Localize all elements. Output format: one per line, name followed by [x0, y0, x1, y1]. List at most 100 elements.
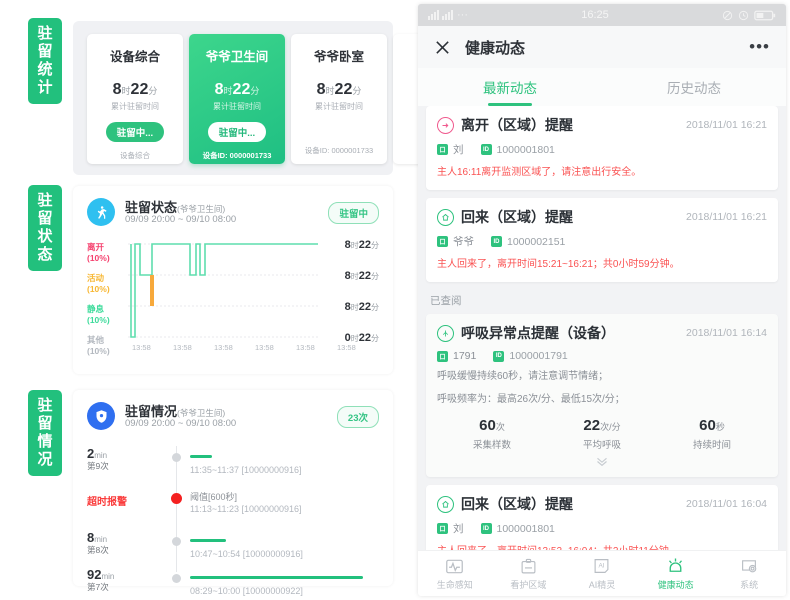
notification-card-breath[interactable]: 呼吸异常点提醒（设备） 2018/11/01 16:14 口 1791 ID 1…: [426, 314, 778, 477]
card-meta: 口 刘 ID 1000001801: [437, 142, 767, 157]
read-divider-label: 已查阅: [430, 295, 462, 307]
metric-number: 60: [699, 417, 716, 434]
timeline-count: 第7次: [87, 582, 109, 592]
vtag-stats: 驻 留 统 计: [28, 18, 62, 104]
chart-ylabel-pct: (10%): [87, 253, 110, 263]
card-id: 1000001791: [509, 350, 568, 362]
chart-xtick-1: 13:58: [173, 343, 192, 352]
notification-card-leave[interactable]: 离开（区域）提醒 2018/11/01 16:21 口 刘 ID 1000001…: [426, 106, 778, 190]
timeline-row-0[interactable]: 2min 第9次 11:35~11:37 [10000000916]: [73, 446, 393, 484]
stat-device-id: 设备综合: [120, 151, 150, 160]
tab-latest[interactable]: 最新动态: [418, 68, 602, 106]
stat-card-0[interactable]: 设备综合 8时22分 累计驻留时间 驻留中... 设备综合: [87, 34, 183, 164]
chart-ylabel-pct: (10%): [87, 346, 110, 356]
duration-unit: min: [101, 572, 115, 581]
vtag-char: 留: [37, 210, 53, 227]
vitals-icon: [418, 556, 492, 576]
status-badge[interactable]: 驻留中: [328, 202, 379, 224]
id-tag-icon: ID: [480, 523, 492, 534]
timeline-row-2[interactable]: 8min 第8次 10:47~10:54 [10000000916]: [73, 530, 393, 568]
situation-title-text: 驻留情况: [125, 404, 178, 419]
timeline-bar: [190, 576, 363, 579]
metric-label: 持续时间: [692, 440, 731, 451]
tabbar-item-health[interactable]: 健康动态: [639, 556, 713, 591]
card-id: 1000002151: [507, 235, 566, 248]
stat-card-2[interactable]: 爷爷卧室 8时22分 累计驻留时间 设备ID: 0000001733: [291, 34, 387, 164]
vtag-char: 驻: [37, 192, 53, 209]
stat-status-pill[interactable]: 驻留中...: [105, 122, 165, 142]
card-user: 刘: [453, 144, 464, 156]
status-bar: ··· 16:25: [418, 4, 786, 26]
card-metrics: 60次 采集样数 22次/分 平均呼吸 60秒 持续时间: [437, 417, 767, 451]
timeline-count: 第8次: [87, 545, 109, 555]
card-timestamp: 2018/11/01 16:21: [686, 119, 767, 131]
metric-value: 22次/分: [547, 417, 657, 434]
stat-card-1[interactable]: 爷爷卫生间 8时22分 累计驻留时间 驻留中... 设备ID: 00000017…: [189, 34, 285, 164]
card-header: 回来（区域）提醒 2018/11/01 16:04: [437, 494, 767, 514]
duration-unit: min: [94, 451, 108, 460]
vtag-char: 情: [37, 433, 53, 450]
card-id: 1000001801: [496, 522, 555, 535]
home-return-icon: [437, 208, 454, 226]
vtag-char: 状: [37, 228, 53, 245]
notification-card-return-1604[interactable]: 回来（区域）提醒 2018/11/01 16:04 口 刘 ID 1000001…: [426, 485, 778, 550]
id-tag-icon: ID: [493, 350, 505, 362]
vtag-char: 留: [37, 415, 53, 432]
situation-card: 驻留情况(爷爷卫生间) 09/09 20:00 ~ 09/10 08:00 23…: [73, 390, 393, 596]
chevron-down-icon[interactable]: [437, 457, 767, 467]
chart-yvalue-3: 0时22分: [345, 332, 379, 344]
chart-yvalue-0: 8时22分: [345, 239, 379, 251]
tabbar-label: AI精灵: [588, 580, 616, 590]
stat-status-pill[interactable]: 驻留中...: [207, 122, 267, 142]
stat-title: 爷爷卧室: [313, 50, 364, 64]
chart-ylabel-1: 活动 (10%): [87, 273, 110, 295]
timeline-row-3[interactable]: 92min 第7次 08:29~10:00 [10000000922]: [73, 567, 393, 600]
notification-card-return-1621[interactable]: 回来（区域）提醒 2018/11/01 16:21 口 爷爷 ID 100000…: [426, 198, 778, 282]
timeline-dot: [172, 537, 181, 546]
stat-hours-unit: 时: [223, 86, 233, 96]
timeline-range: 08:29~10:00 [10000000922]: [190, 586, 303, 596]
stat-hours: 8: [316, 81, 326, 98]
stat-hours-unit: 时: [325, 86, 335, 96]
yvalue-unit2: 分: [371, 303, 379, 312]
situation-count-badge[interactable]: 23次: [336, 406, 379, 428]
residency-line-chart: 离开 (10%) 活动 (10%) 静息 (10%) 其他 (10%) 13:5…: [73, 238, 393, 358]
stat-hours-unit: 时: [121, 86, 131, 96]
card-header: 离开（区域）提醒 2018/11/01 16:21: [437, 115, 767, 135]
metric-value: 60秒: [657, 417, 767, 434]
notification-feed[interactable]: 离开（区域）提醒 2018/11/01 16:21 口 刘 ID 1000001…: [418, 106, 786, 550]
status-bar-left: ···: [428, 9, 468, 21]
tabbar-item-vitals[interactable]: 生命感知: [418, 556, 492, 591]
metric-unit: 次: [495, 422, 505, 432]
vtag-char: 留: [37, 43, 53, 60]
stat-minutes-unit: 分: [352, 86, 362, 96]
breath-icon: [437, 324, 454, 342]
stat-sublabel: 累计驻留时间: [213, 102, 261, 111]
card-timestamp: 2018/11/01 16:14: [686, 327, 767, 339]
timeline-bar: [190, 539, 226, 542]
stat-duration: 8时22分: [291, 81, 387, 99]
yvalue-unit: 时: [350, 272, 359, 281]
status-card-daterange: 09/09 20:00 ~ 09/10 08:00: [125, 214, 237, 225]
situation-card-header: 驻留情况(爷爷卫生间) 09/09 20:00 ~ 09/10 08:00 23…: [87, 402, 379, 434]
chart-yvalue-2: 8时22分: [345, 301, 379, 313]
tabbar-item-care-area[interactable]: 看护区域: [492, 556, 566, 591]
tabbar-item-system[interactable]: 系统: [712, 556, 786, 591]
more-dots-icon[interactable]: •••: [749, 37, 770, 57]
home-return-icon: [437, 495, 454, 513]
bottom-tab-bar: 生命感知 看护区域 AI AI精灵 健康动态 系统: [418, 550, 786, 596]
status-chart-card: 驻留状态(爷爷卫生间) 09/09 20:00 ~ 09/10 08:00 驻留…: [73, 186, 393, 374]
tabbar-item-ai[interactable]: AI AI精灵: [565, 556, 639, 591]
close-icon[interactable]: [434, 39, 451, 56]
stat-hours: 8: [214, 81, 224, 98]
stat-minutes: 22: [130, 81, 149, 98]
tab-history[interactable]: 历史动态: [602, 68, 786, 106]
timeline-row-1-alert[interactable]: 超时报警 阈值[600秒] 11:13~11:23 [10000000916]: [73, 489, 393, 527]
page-title: 健康动态: [465, 39, 526, 57]
situation-card-daterange: 09/09 20:00 ~ 09/10 08:00: [125, 418, 237, 429]
stats-strip: 设备综合 8时22分 累计驻留时间 驻留中... 设备综合 爷爷卫生间 8时22…: [73, 21, 433, 175]
screenshot-root: 驻 留 统 计 驻 留 状 态 驻 留 情 况 设备综合 8时22分 累计驻留时…: [0, 0, 790, 600]
care-area-icon: [492, 556, 566, 576]
card-meta: 口 刘 ID 1000001801: [437, 521, 767, 536]
leave-area-icon: [437, 116, 454, 134]
